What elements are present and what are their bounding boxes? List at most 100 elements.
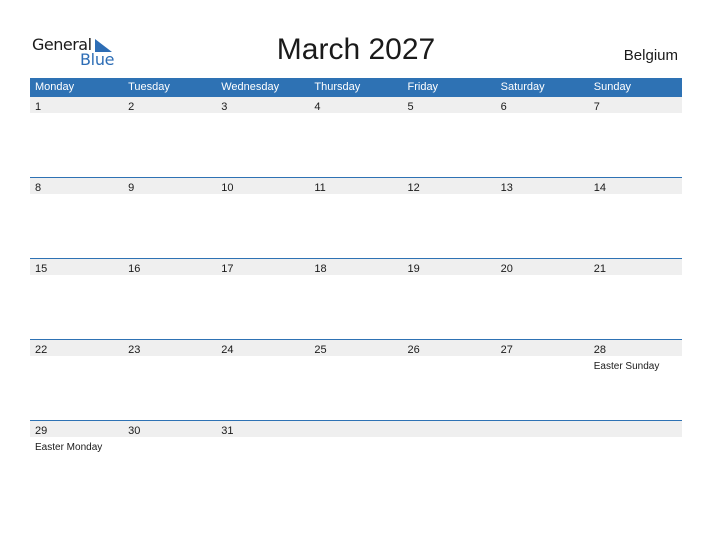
day-number: 17 (221, 263, 234, 275)
day-number: 31 (221, 425, 234, 437)
holiday-label: Easter Sunday (593, 361, 660, 372)
week-row: 15 16 17 18 19 20 21 (30, 258, 682, 339)
date-row: 8 9 10 11 12 13 14 (30, 178, 682, 194)
day-number: 28 (593, 344, 606, 356)
event-cell (309, 437, 402, 455)
day-number: 7 (593, 101, 600, 113)
day-cell: 9 (123, 178, 216, 194)
day-number: 21 (593, 263, 606, 275)
day-number: 5 (407, 101, 414, 113)
event-cell (216, 356, 309, 374)
day-cell: 8 (30, 178, 123, 194)
day-number: 2 (128, 101, 135, 113)
weekday-thursday: Thursday (314, 81, 361, 93)
day-number: 14 (593, 182, 606, 194)
day-number: 8 (35, 182, 42, 194)
event-row: Easter Sunday (30, 356, 682, 374)
date-row: 1 2 3 4 5 6 7 (30, 97, 682, 113)
day-cell: 25 (309, 340, 402, 356)
day-cell: 30 (123, 421, 216, 437)
week-row: 22 23 24 25 26 27 28 Easter Sunday (30, 339, 682, 420)
weekday-saturday: Saturday (500, 81, 545, 93)
weekday-wednesday: Wednesday (221, 81, 280, 93)
day-number: 18 (314, 263, 327, 275)
event-cell (123, 437, 216, 455)
event-cell (496, 437, 589, 455)
day-cell: 17 (216, 259, 309, 275)
holiday-label: Easter Monday (35, 442, 103, 453)
day-number: 13 (500, 182, 513, 194)
day-cell: 18 (309, 259, 402, 275)
day-cell: 11 (309, 178, 402, 194)
day-number: 29 (35, 425, 48, 437)
day-cell: 4 (309, 97, 402, 113)
event-cell (403, 356, 496, 374)
day-number: 15 (35, 263, 48, 275)
weekday-friday: Friday (407, 81, 439, 93)
day-number: 6 (500, 101, 507, 113)
day-cell (496, 421, 589, 437)
day-number: 4 (314, 101, 321, 113)
day-cell: 14 (589, 178, 682, 194)
day-cell: 19 (403, 259, 496, 275)
event-cell: Easter Sunday (589, 356, 682, 374)
day-cell: 10 (216, 178, 309, 194)
day-cell: 16 (123, 259, 216, 275)
day-cell: 12 (403, 178, 496, 194)
day-cell: 23 (123, 340, 216, 356)
event-cell (589, 437, 682, 455)
day-cell: 20 (496, 259, 589, 275)
day-cell: 27 (496, 340, 589, 356)
week-row: 8 9 10 11 12 13 14 (30, 177, 682, 258)
day-number: 24 (221, 344, 234, 356)
event-cell (123, 356, 216, 374)
day-cell: 29 (30, 421, 123, 437)
week-row: 29 30 31 Easter Monday (30, 420, 682, 501)
week-row: 1 2 3 4 5 6 7 (30, 97, 682, 177)
day-cell: 3 (216, 97, 309, 113)
day-number: 12 (407, 182, 420, 194)
day-number: 16 (128, 263, 141, 275)
day-number: 27 (500, 344, 513, 356)
date-row: 15 16 17 18 19 20 21 (30, 259, 682, 275)
day-number: 30 (128, 425, 141, 437)
date-row: 29 30 31 (30, 421, 682, 437)
day-cell: 22 (30, 340, 123, 356)
day-cell: 6 (496, 97, 589, 113)
day-cell: 5 (403, 97, 496, 113)
day-number: 26 (407, 344, 420, 356)
page-title: March 2027 (276, 33, 436, 66)
day-number: 23 (128, 344, 141, 356)
day-number: 19 (407, 263, 420, 275)
day-cell (403, 421, 496, 437)
day-cell: 21 (589, 259, 682, 275)
day-number: 10 (221, 182, 234, 194)
day-number: 1 (35, 101, 42, 113)
day-cell: 2 (123, 97, 216, 113)
weekday-sunday: Sunday (593, 81, 632, 93)
day-cell: 28 (589, 340, 682, 356)
event-cell (216, 437, 309, 455)
day-number: 20 (500, 263, 513, 275)
event-cell (309, 356, 402, 374)
event-row: Easter Monday (30, 437, 682, 455)
day-cell: 26 (403, 340, 496, 356)
day-cell: 1 (30, 97, 123, 113)
day-number: 9 (128, 182, 135, 194)
weekday-tuesday: Tuesday (128, 81, 170, 93)
day-cell (309, 421, 402, 437)
country-label: Belgium (623, 47, 678, 64)
day-cell: 15 (30, 259, 123, 275)
date-row: 22 23 24 25 26 27 28 (30, 340, 682, 356)
event-cell (30, 356, 123, 374)
day-number: 3 (221, 101, 228, 113)
day-cell: 24 (216, 340, 309, 356)
weekday-monday: Monday (35, 81, 75, 93)
day-number: 25 (314, 344, 327, 356)
day-number: 22 (35, 344, 48, 356)
day-cell: 7 (589, 97, 682, 113)
event-cell (403, 437, 496, 455)
event-cell (496, 356, 589, 374)
event-cell: Easter Monday (30, 437, 123, 455)
weekday-header: Monday Tuesday Wednesday Thursday Friday… (30, 78, 682, 97)
